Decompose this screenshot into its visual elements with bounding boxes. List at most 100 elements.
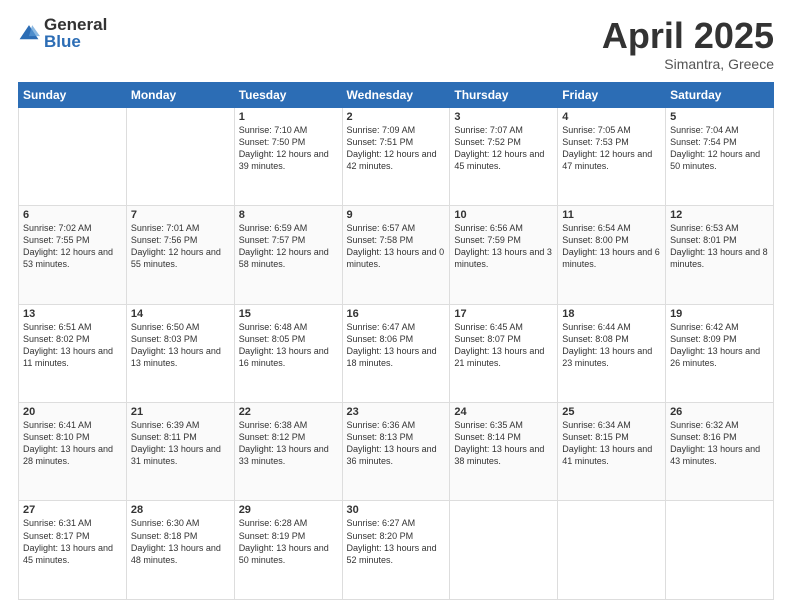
week-row-2: 6Sunrise: 7:02 AM Sunset: 7:55 PM Daylig… [19,206,774,304]
day-number: 27 [23,504,122,516]
day-info: Sunrise: 6:50 AM Sunset: 8:03 PM Dayligh… [131,321,230,370]
day-number: 6 [23,209,122,221]
day-number: 13 [23,308,122,320]
day-number: 11 [562,209,661,221]
table-row: 17Sunrise: 6:45 AM Sunset: 8:07 PM Dayli… [450,304,558,402]
day-info: Sunrise: 6:45 AM Sunset: 8:07 PM Dayligh… [454,321,553,370]
table-row: 30Sunrise: 6:27 AM Sunset: 8:20 PM Dayli… [342,501,450,600]
day-info: Sunrise: 7:07 AM Sunset: 7:52 PM Dayligh… [454,124,553,173]
table-row: 3Sunrise: 7:07 AM Sunset: 7:52 PM Daylig… [450,107,558,205]
table-row: 9Sunrise: 6:57 AM Sunset: 7:58 PM Daylig… [342,206,450,304]
day-number: 2 [347,111,446,123]
day-number: 10 [454,209,553,221]
table-row: 10Sunrise: 6:56 AM Sunset: 7:59 PM Dayli… [450,206,558,304]
table-row: 7Sunrise: 7:01 AM Sunset: 7:56 PM Daylig… [126,206,234,304]
table-row: 20Sunrise: 6:41 AM Sunset: 8:10 PM Dayli… [19,403,127,501]
table-row: 23Sunrise: 6:36 AM Sunset: 8:13 PM Dayli… [342,403,450,501]
day-info: Sunrise: 6:32 AM Sunset: 8:16 PM Dayligh… [670,419,769,468]
day-number: 1 [239,111,338,123]
table-row [19,107,127,205]
day-number: 5 [670,111,769,123]
table-row [558,501,666,600]
logo: General Blue [18,16,107,50]
day-info: Sunrise: 7:04 AM Sunset: 7:54 PM Dayligh… [670,124,769,173]
table-row: 6Sunrise: 7:02 AM Sunset: 7:55 PM Daylig… [19,206,127,304]
table-row: 27Sunrise: 6:31 AM Sunset: 8:17 PM Dayli… [19,501,127,600]
table-row: 26Sunrise: 6:32 AM Sunset: 8:16 PM Dayli… [666,403,774,501]
day-number: 18 [562,308,661,320]
table-row: 22Sunrise: 6:38 AM Sunset: 8:12 PM Dayli… [234,403,342,501]
calendar-header-row: Sunday Monday Tuesday Wednesday Thursday… [19,82,774,107]
day-info: Sunrise: 6:48 AM Sunset: 8:05 PM Dayligh… [239,321,338,370]
logo-icon [18,22,40,44]
day-info: Sunrise: 6:30 AM Sunset: 8:18 PM Dayligh… [131,517,230,566]
title-block: April 2025 Simantra, Greece [602,16,774,72]
table-row: 2Sunrise: 7:09 AM Sunset: 7:51 PM Daylig… [342,107,450,205]
day-number: 29 [239,504,338,516]
day-number: 25 [562,406,661,418]
day-number: 24 [454,406,553,418]
table-row [126,107,234,205]
day-info: Sunrise: 6:56 AM Sunset: 7:59 PM Dayligh… [454,222,553,271]
day-number: 4 [562,111,661,123]
table-row: 18Sunrise: 6:44 AM Sunset: 8:08 PM Dayli… [558,304,666,402]
day-number: 3 [454,111,553,123]
logo-blue: Blue [44,33,107,50]
week-row-1: 1Sunrise: 7:10 AM Sunset: 7:50 PM Daylig… [19,107,774,205]
day-info: Sunrise: 7:09 AM Sunset: 7:51 PM Dayligh… [347,124,446,173]
col-wednesday: Wednesday [342,82,450,107]
day-info: Sunrise: 6:54 AM Sunset: 8:00 PM Dayligh… [562,222,661,271]
day-info: Sunrise: 6:34 AM Sunset: 8:15 PM Dayligh… [562,419,661,468]
day-info: Sunrise: 6:51 AM Sunset: 8:02 PM Dayligh… [23,321,122,370]
table-row: 8Sunrise: 6:59 AM Sunset: 7:57 PM Daylig… [234,206,342,304]
day-number: 12 [670,209,769,221]
day-number: 30 [347,504,446,516]
day-number: 23 [347,406,446,418]
day-info: Sunrise: 6:27 AM Sunset: 8:20 PM Dayligh… [347,517,446,566]
table-row: 19Sunrise: 6:42 AM Sunset: 8:09 PM Dayli… [666,304,774,402]
table-row: 11Sunrise: 6:54 AM Sunset: 8:00 PM Dayli… [558,206,666,304]
day-number: 15 [239,308,338,320]
day-number: 19 [670,308,769,320]
col-saturday: Saturday [666,82,774,107]
table-row: 1Sunrise: 7:10 AM Sunset: 7:50 PM Daylig… [234,107,342,205]
table-row: 28Sunrise: 6:30 AM Sunset: 8:18 PM Dayli… [126,501,234,600]
logo-text: General Blue [44,16,107,50]
table-row: 21Sunrise: 6:39 AM Sunset: 8:11 PM Dayli… [126,403,234,501]
table-row [666,501,774,600]
day-info: Sunrise: 6:38 AM Sunset: 8:12 PM Dayligh… [239,419,338,468]
table-row: 15Sunrise: 6:48 AM Sunset: 8:05 PM Dayli… [234,304,342,402]
table-row: 24Sunrise: 6:35 AM Sunset: 8:14 PM Dayli… [450,403,558,501]
day-info: Sunrise: 6:39 AM Sunset: 8:11 PM Dayligh… [131,419,230,468]
title-month: April 2025 [602,16,774,56]
col-monday: Monday [126,82,234,107]
day-info: Sunrise: 6:57 AM Sunset: 7:58 PM Dayligh… [347,222,446,271]
day-number: 22 [239,406,338,418]
day-info: Sunrise: 7:05 AM Sunset: 7:53 PM Dayligh… [562,124,661,173]
day-info: Sunrise: 6:36 AM Sunset: 8:13 PM Dayligh… [347,419,446,468]
day-info: Sunrise: 7:10 AM Sunset: 7:50 PM Dayligh… [239,124,338,173]
header: General Blue April 2025 Simantra, Greece [18,16,774,72]
table-row: 16Sunrise: 6:47 AM Sunset: 8:06 PM Dayli… [342,304,450,402]
day-number: 21 [131,406,230,418]
col-thursday: Thursday [450,82,558,107]
day-info: Sunrise: 6:59 AM Sunset: 7:57 PM Dayligh… [239,222,338,271]
day-info: Sunrise: 6:47 AM Sunset: 8:06 PM Dayligh… [347,321,446,370]
week-row-3: 13Sunrise: 6:51 AM Sunset: 8:02 PM Dayli… [19,304,774,402]
table-row: 4Sunrise: 7:05 AM Sunset: 7:53 PM Daylig… [558,107,666,205]
table-row: 14Sunrise: 6:50 AM Sunset: 8:03 PM Dayli… [126,304,234,402]
calendar-table: Sunday Monday Tuesday Wednesday Thursday… [18,82,774,600]
logo-general: General [44,16,107,33]
day-info: Sunrise: 7:02 AM Sunset: 7:55 PM Dayligh… [23,222,122,271]
week-row-4: 20Sunrise: 6:41 AM Sunset: 8:10 PM Dayli… [19,403,774,501]
col-friday: Friday [558,82,666,107]
day-number: 17 [454,308,553,320]
table-row: 25Sunrise: 6:34 AM Sunset: 8:15 PM Dayli… [558,403,666,501]
day-number: 16 [347,308,446,320]
table-row: 12Sunrise: 6:53 AM Sunset: 8:01 PM Dayli… [666,206,774,304]
day-number: 8 [239,209,338,221]
day-info: Sunrise: 6:28 AM Sunset: 8:19 PM Dayligh… [239,517,338,566]
title-location: Simantra, Greece [602,56,774,72]
day-number: 14 [131,308,230,320]
week-row-5: 27Sunrise: 6:31 AM Sunset: 8:17 PM Dayli… [19,501,774,600]
